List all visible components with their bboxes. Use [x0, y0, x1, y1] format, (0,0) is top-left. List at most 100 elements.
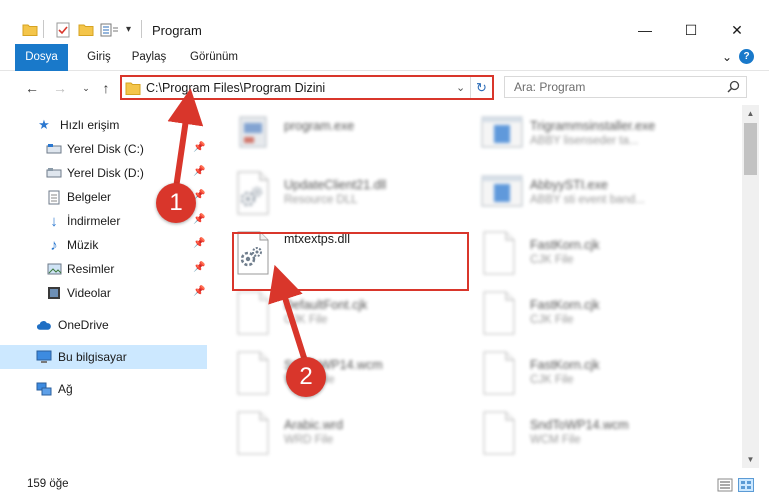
sidebar-item-disk-d[interactable]: Yerel Disk (D:) 📌: [0, 161, 207, 185]
video-icon: [46, 285, 62, 301]
file-type: Resource DLL: [284, 194, 358, 206]
pin-icon[interactable]: 📌: [193, 166, 205, 177]
file-type: WRD File: [284, 434, 334, 446]
recent-locations-button[interactable]: ⌄: [76, 78, 96, 98]
tab-share[interactable]: Paylaş: [127, 44, 171, 70]
window-exe-icon: [480, 170, 523, 218]
sidebar-item-label: Yerel Disk (D:): [67, 166, 144, 180]
sidebar-item-music[interactable]: ♪ Müzik 📌: [0, 233, 207, 257]
search-icon[interactable]: [727, 80, 740, 93]
address-path[interactable]: C:\Program Files\Program Dizini: [146, 81, 325, 95]
separator: [470, 77, 471, 98]
scroll-thumb[interactable]: [744, 123, 757, 175]
file-tile[interactable]: program.exe: [234, 111, 484, 167]
music-icon: ♪: [50, 236, 58, 254]
file-tile[interactable]: FastKorn.cjk CJK File: [480, 230, 730, 286]
file-name: FastKorn.cjk: [530, 358, 600, 372]
file-type: CJK File: [530, 374, 574, 386]
sidebar-item-quick-access[interactable]: ★ Hızlı erişim: [0, 113, 207, 137]
file-tile[interactable]: FastKorn.cjk CJK File: [480, 350, 730, 406]
file-tile[interactable]: SndToWP14.wcmWCM File: [234, 350, 484, 406]
file-name: SndToWP14.wcm: [530, 418, 629, 432]
minimize-button[interactable]: —: [622, 16, 668, 44]
sidebar-item-label: Ağ: [58, 382, 73, 396]
customize-icon[interactable]: [100, 22, 120, 40]
file-tile[interactable]: DefaultFont.cjk CJK File: [234, 290, 484, 346]
forward-button[interactable]: →: [50, 78, 70, 98]
expand-ribbon-icon[interactable]: ⌄: [720, 44, 734, 70]
file-type: WCM File: [530, 434, 581, 446]
pin-icon[interactable]: 📌: [193, 142, 205, 153]
file-tile[interactable]: AbbyySTI.exe ABBY sti event band...: [480, 170, 730, 226]
blank-file-icon: [234, 350, 272, 398]
sidebar-item-label: OneDrive: [58, 318, 109, 332]
sidebar-item-label: İndirmeler: [67, 214, 121, 228]
file-tile[interactable]: UpdateClient21.dll Resource DLL: [234, 170, 484, 226]
back-button[interactable]: ←: [22, 78, 42, 98]
download-icon: ↓: [50, 212, 58, 230]
help-icon[interactable]: ?: [739, 49, 754, 64]
window-exe-icon: [480, 111, 523, 159]
file-tile[interactable]: SndToWP14.wcm WCM File: [480, 410, 730, 466]
file-name: DefaultFont.cjk: [284, 298, 368, 312]
computer-icon: [36, 349, 52, 365]
pin-icon[interactable]: 📌: [193, 262, 205, 273]
refresh-icon[interactable]: ↻: [476, 80, 487, 96]
up-button[interactable]: ↑: [96, 78, 116, 98]
sidebar-item-videos[interactable]: Videolar 📌: [0, 281, 207, 305]
drive-icon: [46, 141, 62, 157]
large-icons-view-icon[interactable]: [738, 478, 754, 492]
blank-file-icon: [234, 290, 272, 338]
sidebar-item-disk-c[interactable]: Yerel Disk (C:) 📌: [0, 137, 207, 161]
drive-icon: [46, 165, 62, 181]
pin-icon[interactable]: 📌: [193, 286, 205, 297]
blank-file-icon: [480, 350, 518, 398]
properties-icon[interactable]: [55, 22, 71, 40]
file-type: CJK File: [284, 314, 328, 326]
file-name: Arabic.wrd: [284, 418, 344, 432]
file-name: Trigrammsinstaller.exe: [530, 119, 656, 133]
file-name: FastKorn.cjk: [530, 238, 600, 252]
highlight-box: [232, 232, 469, 291]
blank-file-icon: [480, 290, 518, 338]
file-tile[interactable]: FastKorn.cjk CJK File: [480, 290, 730, 346]
maximize-button[interactable]: ☐: [668, 16, 714, 44]
file-name: AbbyySTI.exe: [530, 178, 608, 192]
address-dropdown-icon[interactable]: ⌄: [456, 81, 465, 94]
sidebar-item-pictures[interactable]: Resimler 📌: [0, 257, 207, 281]
pictures-icon: [46, 261, 62, 277]
sidebar-item-network[interactable]: Ağ: [0, 377, 207, 401]
pin-icon[interactable]: 📌: [193, 214, 205, 225]
sidebar-item-label: Videolar: [67, 286, 111, 300]
dll-icon: [234, 170, 272, 218]
pin-icon[interactable]: 📌: [193, 238, 205, 249]
blank-file-icon: [480, 410, 518, 458]
scroll-down-arrow[interactable]: ▼: [742, 451, 759, 468]
ribbon-tabs: Dosya Giriş Paylaş Görünüm ⌄ ?: [0, 44, 769, 100]
item-count: 159 öğe: [27, 478, 69, 490]
search-input[interactable]: Ara: Program: [504, 76, 747, 98]
file-tile[interactable]: Arabic.wrd WRD File: [234, 410, 484, 466]
vertical-scrollbar[interactable]: ▲ ▼: [742, 105, 759, 468]
chevron-down-icon[interactable]: ▾: [126, 24, 131, 42]
file-name: UpdateClient21.dll: [284, 178, 387, 192]
scroll-up-arrow[interactable]: ▲: [742, 105, 759, 122]
new-folder-icon[interactable]: [78, 22, 94, 40]
tab-home[interactable]: Giriş: [79, 44, 119, 70]
separator: [43, 20, 44, 38]
close-button[interactable]: ✕: [714, 16, 760, 44]
address-bar[interactable]: C:\Program Files\Program Dizini ⌄ ↻: [120, 75, 494, 100]
sidebar-item-this-pc[interactable]: Bu bilgisayar: [0, 345, 207, 369]
file-tile[interactable]: Trigrammsinstaller.exe ABBY lisenseder ta…: [480, 111, 730, 167]
address-row: ← → ⌄ ↑ C:\Program Files\Program Dizini …: [0, 71, 769, 105]
file-type: ABBY sti event band...: [530, 194, 645, 206]
folder-icon: [125, 81, 141, 96]
sidebar-item-onedrive[interactable]: OneDrive: [0, 313, 207, 337]
status-bar: 159 öğe: [0, 470, 769, 503]
step-badge-1: 1: [156, 183, 196, 223]
sidebar-item-label: Resimler: [67, 262, 115, 276]
tab-view[interactable]: Görünüm: [186, 44, 242, 70]
details-view-icon[interactable]: [717, 478, 733, 492]
file-name: FastKorn.cjk: [530, 298, 600, 312]
sidebar-item-label: Hızlı erişim: [60, 118, 120, 132]
